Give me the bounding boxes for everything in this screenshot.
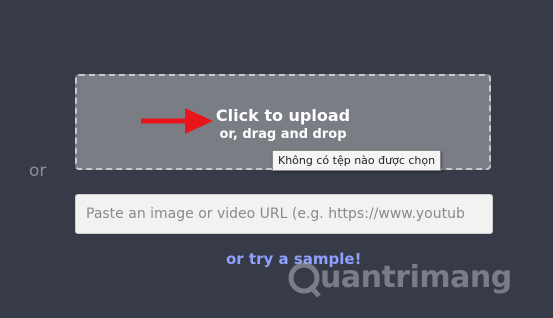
quantrimang-logo-icon bbox=[288, 262, 321, 298]
or-label: or bbox=[29, 161, 47, 181]
url-input[interactable] bbox=[75, 194, 493, 234]
watermark-text: uantrimang bbox=[320, 260, 512, 295]
upload-page: or Click to upload or, drag and drop Khô… bbox=[0, 0, 553, 318]
red-arrow-right-icon bbox=[141, 108, 213, 134]
watermark: uantrimang bbox=[288, 258, 528, 302]
file-tooltip: Không có tệp nào được chọn bbox=[272, 150, 442, 171]
